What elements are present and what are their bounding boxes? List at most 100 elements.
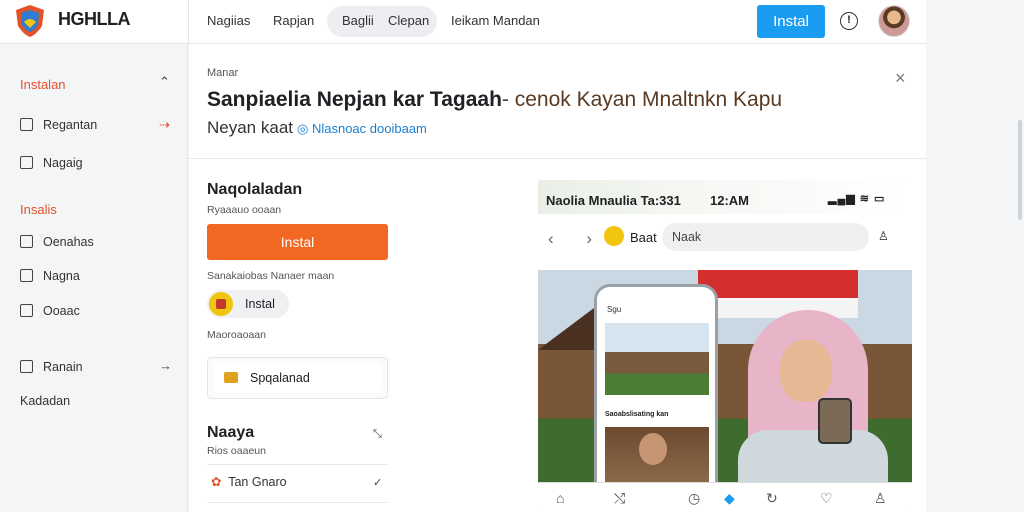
scrollbar[interactable] [1018,120,1022,220]
sidebar-item-5[interactable]: Ooaac [20,304,80,318]
title-bold: Sanpiaelia Nepjan kar Tagaah [207,88,502,111]
home-icon: ⌂ [556,490,565,506]
preview-search: Naak [662,223,869,251]
sidebar-item-label: Nagna [43,269,80,283]
list-item-label: Tan Gnaro [228,475,287,489]
option-field-inner: Spqalanad [214,363,381,393]
sidebar-item-6[interactable]: Ranain [20,360,83,374]
sidebar-item-label: Regantan [43,118,98,132]
section2-subtitle: Rios oaaeun [207,445,266,457]
close-icon[interactable]: × [895,68,906,89]
nav-item-5[interactable]: Ieikam Mandan [451,13,540,28]
top-bar: HGHLLA Nagiias Rapjan Baglii Clepan Ieik… [0,0,926,44]
page-subtitle: Neyan kaat ◎ Nlasnoac dooibaam [207,118,427,138]
clock-icon: ◷ [688,490,701,506]
section2-title: Naaya [207,424,255,441]
preview-page-name: Baat [630,230,657,245]
sidebar: Instalan ⌃ Regantan ⇢ Nagaig Insalis Oen… [0,44,188,512]
checkbox-icon [20,118,33,131]
install-button-top[interactable]: Instal [757,5,825,38]
arrow-right-icon[interactable]: ⇢ [159,117,170,133]
divider [188,0,189,44]
preview-time: 12:AM [710,193,750,208]
square-icon [20,360,33,373]
nav-item-2[interactable]: Rapjan [273,13,314,28]
subtitle-text: Neyan kaat [207,118,293,137]
avatar[interactable] [878,5,910,37]
sidebar-item-label: Oenahas [43,235,94,249]
divider [189,158,926,159]
main-panel: Manar × Sanpiaelia Nepjan kar Tagaah- ce… [189,44,926,512]
app-badge-icon [604,226,624,246]
person-figure [738,310,888,482]
face [780,340,832,402]
sidebar-item-2[interactable]: Nagaig [20,156,83,170]
nav-item-4[interactable]: Clepan [388,13,429,28]
profile-icon: ♙ [874,490,887,506]
active-tab-icon: ◆ [724,490,735,506]
mini-photo-1 [605,323,709,395]
sidebar-item-label: Ooaac [43,304,80,318]
page-margin [926,0,1024,512]
brand-name: HGHLLA [58,9,131,29]
nav-item-3[interactable]: Baglii [342,13,374,28]
developer-link[interactable]: ◎ Nlasnoac dooibaam [297,121,427,136]
grid-icon [20,235,33,248]
sidebar-item-3[interactable]: Oenahas [20,235,94,249]
flag-red [698,270,858,298]
preview-bottom-nav: ⌂ ⤭ ◷ ◆ ↻ ♡ ♙ [538,482,912,512]
section-subtitle: Ryaaauo ooaan [207,204,282,216]
chevron-up-icon[interactable]: ⌃ [159,74,170,90]
developer-link-label: Nlasnoac dooibaam [311,121,427,136]
user-icon: ♙ [878,229,889,243]
sidebar-item-label: Nagaig [43,156,83,170]
arrow-right-icon[interactable]: → [159,358,172,373]
signal-icon: ▂▄▆ ≋ ▭ [828,193,886,205]
install-chip[interactable]: Instal [207,290,289,318]
install-note: Sanakaiobas Nanaer maan [207,270,335,282]
expand-icon[interactable]: ⤡ [373,428,382,441]
sidebar-section-instalan[interactable]: Instalan [20,77,66,92]
page-title: Sanpiaelia Nepjan kar Tagaah- cenok Kaya… [207,88,782,112]
sidebar-item-label: Ranain [43,360,83,374]
sidebar-item-4[interactable]: Nagna [20,269,80,283]
shirt [738,430,888,482]
share-icon: ⤭ [614,490,626,506]
back-forward-icon: ‹ › [548,229,607,248]
mini-caption: Saoabslisating kan [605,411,669,418]
preview-status-text: Naolia Mnaulia Ta:331 [546,193,681,208]
chip-label: Instal [245,297,275,311]
heart-icon: ♡ [820,490,833,506]
mini-header-text: Sgu [607,305,622,314]
mini-header: Sgu [597,287,715,317]
title-rest: - cenok Kayan Mnaltnkn Kapu [501,88,783,111]
refresh-icon: ↻ [766,490,778,506]
mini-phone-mockup: Sgu Saoabslisating kan [594,284,718,500]
app-preview-image[interactable]: Naolia Mnaulia Ta:331 12:AM ▂▄▆ ≋ ▭ ‹ › … [538,180,912,512]
app-badge-icon [209,292,233,316]
tag-icon: ✿ [211,475,222,489]
install-button[interactable]: Instal [207,224,388,260]
nav-item-1[interactable]: Nagiias [207,13,250,28]
image-icon [20,156,33,169]
clock-icon [20,304,33,317]
edit-icon [20,269,33,282]
breadcrumb[interactable]: Manar [207,67,238,79]
sidebar-section-insalis[interactable]: Insalis [20,202,57,217]
sidebar-item-1[interactable]: Regantan [20,118,97,132]
preview-app-bar: ‹ › Baat Naak ♙ [538,214,912,270]
check-icon[interactable]: ✓ [373,476,382,489]
divider [207,502,388,503]
section-title: Naqolaladan [207,181,303,198]
help-icon[interactable]: ! [840,12,858,30]
mini-photo-2 [605,427,709,483]
preview-status-bar: Naolia Mnaulia Ta:331 12:AM ▂▄▆ ≋ ▭ [538,180,912,214]
list-item[interactable]: ✿ Tan Gnaro [211,474,287,489]
sidebar-footer-link[interactable]: Kadadan [20,394,70,408]
phone-icon [818,398,852,444]
secondary-note: Maoroaoaan [207,329,266,341]
option-field[interactable]: Spqalanad [207,357,388,399]
divider [207,464,388,465]
option-field-label: Spqalanad [250,371,310,385]
shield-logo-icon[interactable] [14,4,46,38]
